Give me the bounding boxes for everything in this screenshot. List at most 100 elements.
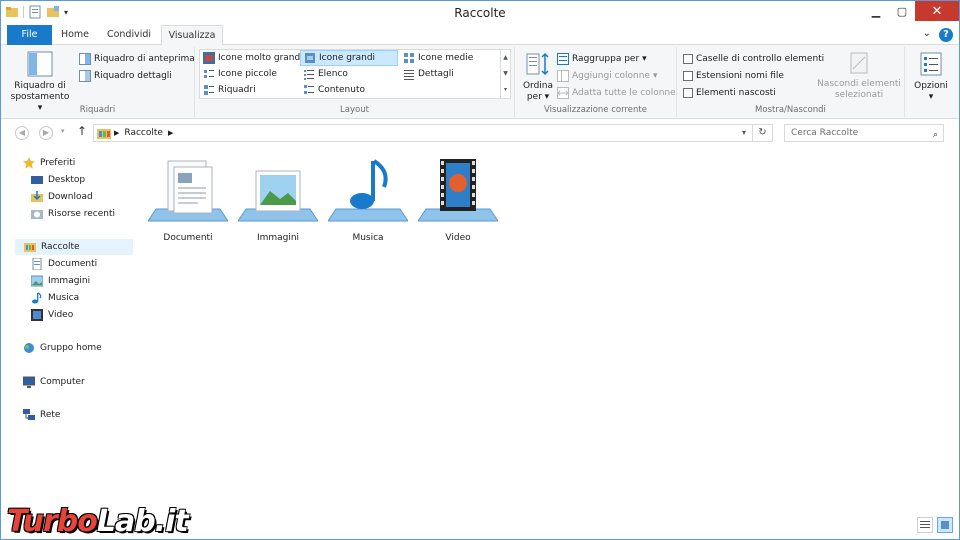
nav-item-images[interactable]: Immagini bbox=[30, 273, 90, 289]
file-extensions-toggle[interactable]: Estensioni nomi file bbox=[683, 68, 784, 84]
item-checkboxes-toggle[interactable]: Caselle di controllo elementi bbox=[683, 51, 824, 67]
nav-label: Risorse recenti bbox=[48, 209, 115, 219]
hidden-items-toggle[interactable]: Elementi nascosti bbox=[683, 85, 776, 101]
item-checkboxes-checkbox[interactable] bbox=[683, 54, 693, 64]
nav-item-desktop[interactable]: Desktop bbox=[31, 172, 85, 188]
layout-details[interactable]: Dettagli bbox=[400, 66, 500, 82]
sort-by-button[interactable]: Ordina per ▾ bbox=[521, 51, 555, 103]
scroll-down-icon[interactable]: ▼ bbox=[501, 66, 510, 82]
nav-item-homegroup[interactable]: Gruppo home bbox=[23, 340, 102, 356]
details-view-icon[interactable] bbox=[917, 517, 933, 533]
address-dropdown-icon[interactable]: ▾ bbox=[742, 128, 746, 137]
gallery-expand-icon[interactable]: ▾ bbox=[501, 82, 510, 98]
large-icons-icon bbox=[304, 52, 316, 64]
library-video[interactable]: Video bbox=[413, 157, 503, 243]
small-icons-icon bbox=[203, 68, 215, 80]
address-bar[interactable]: ▶ Raccolte ▶ ▾ bbox=[93, 124, 753, 142]
details-pane-label: Riquadro dettagli bbox=[94, 71, 172, 81]
add-columns-button[interactable]: Aggiungi colonne ▾ bbox=[557, 68, 658, 84]
layout-large-icons[interactable]: Icone grandi bbox=[300, 50, 398, 66]
scroll-up-icon[interactable]: ▲ bbox=[501, 50, 510, 66]
nav-item-video[interactable]: Video bbox=[31, 307, 73, 323]
layout-medium-icons[interactable]: Icone medie bbox=[400, 50, 500, 66]
maximize-button[interactable]: ▢ bbox=[889, 1, 915, 21]
nav-item-recent[interactable]: Risorse recenti bbox=[31, 206, 115, 222]
nav-item-download[interactable]: Download bbox=[31, 189, 93, 205]
minimize-button[interactable]: ▁ bbox=[863, 1, 889, 21]
show-hide-group: Caselle di controllo elementi Estensioni… bbox=[677, 47, 905, 117]
ribbon: Riquadro di spostamento ▾ Riquadro di an… bbox=[1, 45, 959, 119]
layout-list[interactable]: Elenco bbox=[300, 66, 398, 82]
forward-button[interactable]: ▶ bbox=[39, 126, 53, 140]
details-pane-icon bbox=[79, 70, 91, 82]
layout-tiles[interactable]: Riquadri bbox=[200, 82, 300, 98]
up-button[interactable]: ↑ bbox=[77, 124, 87, 138]
nav-item-favorites[interactable]: Preferiti bbox=[23, 155, 75, 171]
hidden-items-checkbox[interactable] bbox=[683, 88, 693, 98]
tab-home[interactable]: Home bbox=[57, 25, 93, 45]
options-group: Opzioni ▾ bbox=[905, 47, 957, 117]
details-pane-button[interactable]: Riquadro dettagli bbox=[79, 68, 172, 84]
library-label: Video bbox=[445, 233, 471, 243]
show-hide-group-label: Mostra/Nascondi bbox=[755, 105, 826, 115]
images-icon bbox=[30, 275, 44, 287]
library-documents[interactable]: Documenti bbox=[143, 157, 233, 243]
search-icon[interactable]: ⌕ bbox=[933, 127, 938, 143]
ribbon-collapse-icon[interactable]: ⌄ bbox=[923, 28, 931, 39]
large-icons-view-icon[interactable] bbox=[937, 517, 953, 533]
refresh-button[interactable]: ↻ bbox=[753, 124, 773, 142]
library-label: Immagini bbox=[256, 233, 300, 243]
nav-pane-label-1: Riquadro di bbox=[14, 81, 66, 91]
libraries-icon bbox=[24, 241, 36, 253]
back-button[interactable]: ◀ bbox=[15, 126, 29, 140]
file-extensions-checkbox[interactable] bbox=[683, 71, 693, 81]
hide-selected-label-1: Nascondi elementi bbox=[817, 79, 901, 89]
search-placeholder: Cerca Raccolte bbox=[791, 128, 859, 138]
nav-item-music[interactable]: Musica bbox=[31, 290, 79, 306]
layout-label: Icone grandi bbox=[319, 53, 376, 63]
options-button[interactable]: Opzioni ▾ bbox=[909, 51, 953, 103]
help-icon[interactable]: ? bbox=[939, 28, 953, 42]
close-button[interactable]: ✕ bbox=[915, 1, 959, 21]
nav-item-libraries[interactable]: Raccolte bbox=[15, 239, 133, 255]
path-separator-icon[interactable]: ▶ bbox=[114, 129, 119, 137]
preview-pane-button[interactable]: Riquadro di anteprima bbox=[79, 51, 195, 67]
path-separator-icon[interactable]: ▶ bbox=[168, 129, 173, 137]
tab-file[interactable]: File bbox=[7, 25, 52, 45]
nav-pane-label-2: spostamento bbox=[10, 92, 70, 102]
list-icon bbox=[303, 68, 315, 80]
layout-extra-large-icons[interactable]: Icone molto grandi bbox=[200, 50, 303, 66]
navigation-pane: Preferiti Desktop Download Risorse recen… bbox=[1, 147, 135, 517]
nav-label: Computer bbox=[40, 377, 85, 387]
hide-selected-button[interactable]: Nascondi elementi selezionati bbox=[817, 51, 901, 101]
library-images[interactable]: Immagini bbox=[233, 157, 323, 243]
hide-selected-icon bbox=[850, 52, 868, 74]
sort-label-1: Ordina bbox=[522, 81, 554, 91]
details-icon bbox=[403, 68, 415, 80]
library-label: Musica bbox=[352, 233, 384, 243]
fit-columns-button[interactable]: Adatta tutte le colonne bbox=[557, 85, 676, 101]
file-extensions-label: Estensioni nomi file bbox=[696, 71, 784, 81]
nav-label: Preferiti bbox=[40, 158, 76, 168]
layout-content[interactable]: Contenuto bbox=[300, 82, 398, 98]
sort-label-2: per bbox=[526, 92, 542, 102]
search-input[interactable]: Cerca Raccolte ⌕ bbox=[784, 124, 944, 142]
images-library-icon bbox=[238, 170, 318, 222]
nav-item-network[interactable]: Rete bbox=[23, 407, 60, 423]
nav-label: Gruppo home bbox=[40, 343, 102, 353]
tab-share[interactable]: Condividi bbox=[101, 25, 157, 45]
layout-gallery-scroll[interactable]: ▲ ▼ ▾ bbox=[500, 50, 510, 98]
nav-item-documents[interactable]: Documenti bbox=[31, 256, 97, 272]
group-by-button[interactable]: Raggruppa per ▾ bbox=[557, 51, 647, 67]
nav-item-computer[interactable]: Computer bbox=[22, 374, 85, 390]
layout-small-icons[interactable]: Icone piccole bbox=[200, 66, 300, 82]
desktop-icon bbox=[31, 174, 43, 186]
add-columns-label: Aggiungi colonne bbox=[572, 71, 650, 81]
options-icon bbox=[920, 52, 942, 76]
breadcrumb-libraries[interactable]: Raccolte bbox=[124, 128, 163, 138]
panes-group-label: Riquadri bbox=[79, 105, 116, 115]
recent-locations-icon[interactable]: ▾ bbox=[61, 127, 65, 135]
tab-view[interactable]: Visualizza bbox=[161, 25, 223, 46]
options-label: Opzioni bbox=[914, 81, 948, 91]
library-music[interactable]: Musica bbox=[323, 157, 413, 243]
